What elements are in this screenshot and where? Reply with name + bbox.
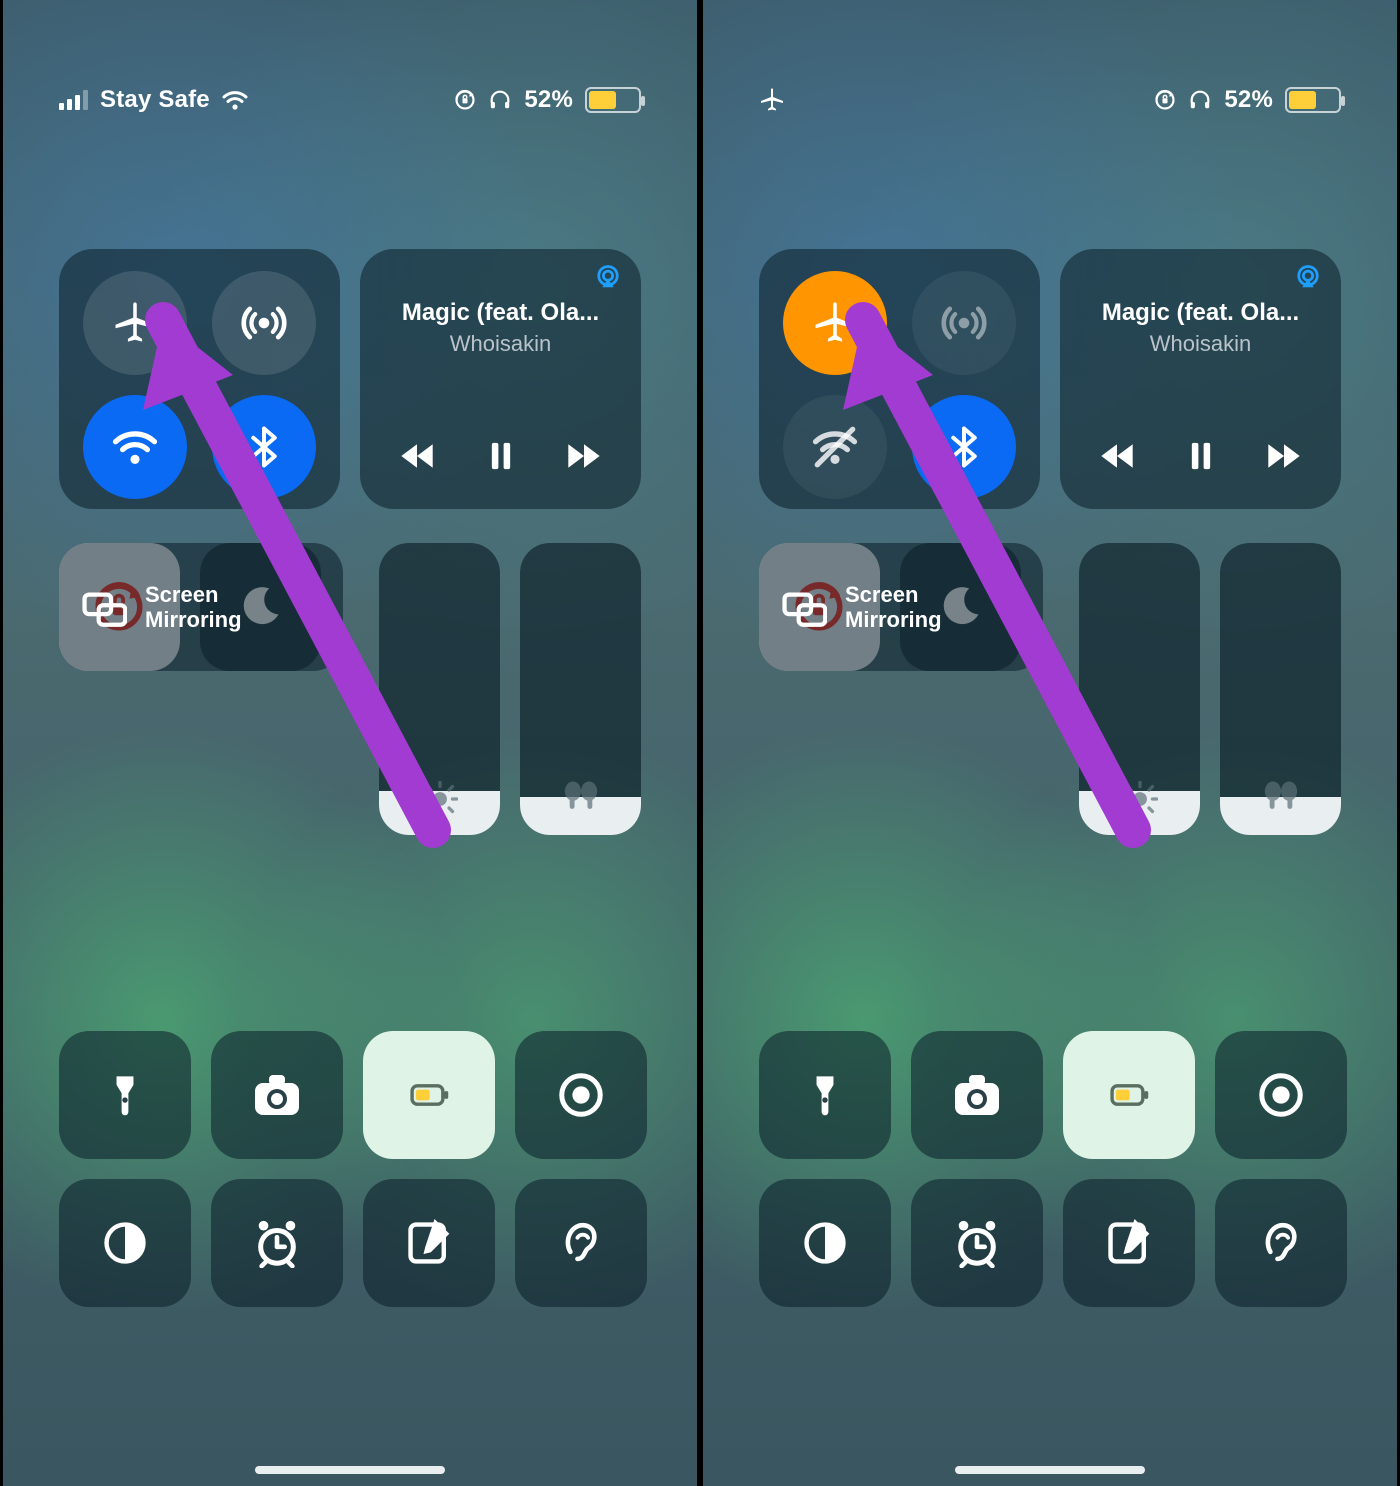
low-power-icon (1100, 1075, 1158, 1115)
airplane-mode-toggle[interactable] (83, 271, 187, 375)
flashlight-button[interactable] (59, 1031, 191, 1159)
wifi-status-icon (222, 87, 248, 113)
screen-record-icon (556, 1070, 606, 1120)
now-playing-card[interactable]: Magic (feat. Ola... Whoisakin (360, 249, 641, 509)
connectivity-card[interactable] (759, 249, 1040, 509)
quick-note-icon (1105, 1219, 1153, 1267)
track-title: Magic (feat. Ola... (1078, 299, 1323, 327)
wifi-toggle[interactable] (83, 395, 187, 499)
play-pause-button[interactable] (474, 429, 528, 483)
battery-icon (1285, 87, 1341, 113)
screen-mirroring-icon (781, 584, 827, 630)
screen-mirroring-icon (81, 584, 127, 630)
wifi-toggle[interactable] (783, 395, 887, 499)
bluetooth-toggle[interactable] (212, 395, 316, 499)
airplane-icon (812, 300, 858, 346)
camera-icon (951, 1069, 1003, 1121)
headphones-icon (488, 88, 512, 112)
airplay-icon[interactable] (1293, 263, 1323, 298)
track-title: Magic (feat. Ola... (378, 299, 623, 327)
phone-right: 52% Magic (feat. Ola... Whoisakin (700, 0, 1400, 1486)
track-artist: Whoisakin (1078, 331, 1323, 357)
low-power-mode-button[interactable] (363, 1031, 495, 1159)
hearing-button[interactable] (515, 1179, 647, 1307)
cellular-data-toggle[interactable] (912, 271, 1016, 375)
carrier-name: Stay Safe (100, 86, 210, 114)
screen-record-icon (1256, 1070, 1306, 1120)
earbuds-volume-icon (1260, 775, 1302, 817)
dark-mode-icon (101, 1219, 149, 1267)
low-power-icon (400, 1075, 458, 1115)
screen-mirroring-button[interactable]: ScreenMirroring (59, 543, 343, 671)
airplay-icon[interactable] (593, 263, 623, 298)
play-pause-button[interactable] (1174, 429, 1228, 483)
alarm-icon (252, 1218, 302, 1268)
dark-mode-icon (801, 1219, 849, 1267)
alarm-button[interactable] (211, 1179, 343, 1307)
battery-percent: 52% (524, 86, 573, 114)
alarm-icon (952, 1218, 1002, 1268)
screen-mirroring-button[interactable]: ScreenMirroring (759, 543, 1043, 671)
airplane-mode-toggle[interactable] (783, 271, 887, 375)
quick-note-button[interactable] (363, 1179, 495, 1307)
cell-signal-icon (59, 90, 88, 110)
bluetooth-icon (944, 424, 984, 470)
bluetooth-toggle[interactable] (912, 395, 1016, 499)
flashlight-button[interactable] (759, 1031, 891, 1159)
camera-button[interactable] (211, 1031, 343, 1159)
bluetooth-icon (244, 424, 284, 470)
wifi-icon (112, 424, 158, 470)
quick-note-button[interactable] (1063, 1179, 1195, 1307)
battery-icon (585, 87, 641, 113)
earbuds-volume-icon (560, 775, 602, 817)
volume-slider[interactable] (1220, 543, 1341, 835)
orientation-lock-status-icon (1154, 89, 1176, 111)
camera-icon (251, 1069, 303, 1121)
prev-track-button[interactable] (390, 429, 444, 483)
brightness-slider[interactable] (379, 543, 500, 835)
dark-mode-button[interactable] (759, 1179, 891, 1307)
now-playing-card[interactable]: Magic (feat. Ola... Whoisakin (1060, 249, 1341, 509)
hearing-icon (1258, 1218, 1304, 1268)
dark-mode-button[interactable] (59, 1179, 191, 1307)
volume-slider[interactable] (520, 543, 641, 835)
camera-button[interactable] (911, 1031, 1043, 1159)
hearing-button[interactable] (1215, 1179, 1347, 1307)
screen-mirroring-label: ScreenMirroring (845, 582, 942, 633)
airplane-icon (112, 300, 158, 346)
next-track-button[interactable] (557, 429, 611, 483)
hearing-icon (558, 1218, 604, 1268)
control-center-panel: Magic (feat. Ola... Whoisakin (59, 249, 641, 1307)
connectivity-card[interactable] (59, 249, 340, 509)
home-indicator[interactable] (255, 1466, 445, 1474)
orientation-lock-status-icon (454, 89, 476, 111)
prev-track-button[interactable] (1090, 429, 1144, 483)
low-power-mode-button[interactable] (1063, 1031, 1195, 1159)
cellular-icon (241, 300, 287, 346)
flashlight-icon (103, 1069, 147, 1121)
cellular-data-toggle[interactable] (212, 271, 316, 375)
airplane-status-icon (759, 87, 785, 113)
flashlight-icon (803, 1069, 847, 1121)
status-bar: Stay Safe 52% (3, 0, 697, 200)
brightness-slider[interactable] (1079, 543, 1200, 835)
quick-note-icon (405, 1219, 453, 1267)
phone-left: Stay Safe 52% Magic (feat. Ola... Whoisa… (0, 0, 700, 1486)
wifi-off-icon (812, 424, 858, 470)
screen-record-button[interactable] (1215, 1031, 1347, 1159)
alarm-button[interactable] (911, 1179, 1043, 1307)
control-center-panel: Magic (feat. Ola... Whoisakin (759, 249, 1341, 1307)
screen-mirroring-label: ScreenMirroring (145, 582, 242, 633)
brightness-icon (1122, 781, 1158, 817)
status-bar: 52% (703, 0, 1397, 200)
headphones-icon (1188, 88, 1212, 112)
track-artist: Whoisakin (378, 331, 623, 357)
battery-percent: 52% (1224, 86, 1273, 114)
home-indicator[interactable] (955, 1466, 1145, 1474)
comparison-stage: Stay Safe 52% Magic (feat. Ola... Whoisa… (0, 0, 1400, 1486)
next-track-button[interactable] (1257, 429, 1311, 483)
screen-record-button[interactable] (515, 1031, 647, 1159)
brightness-icon (422, 781, 458, 817)
cellular-icon (941, 300, 987, 346)
